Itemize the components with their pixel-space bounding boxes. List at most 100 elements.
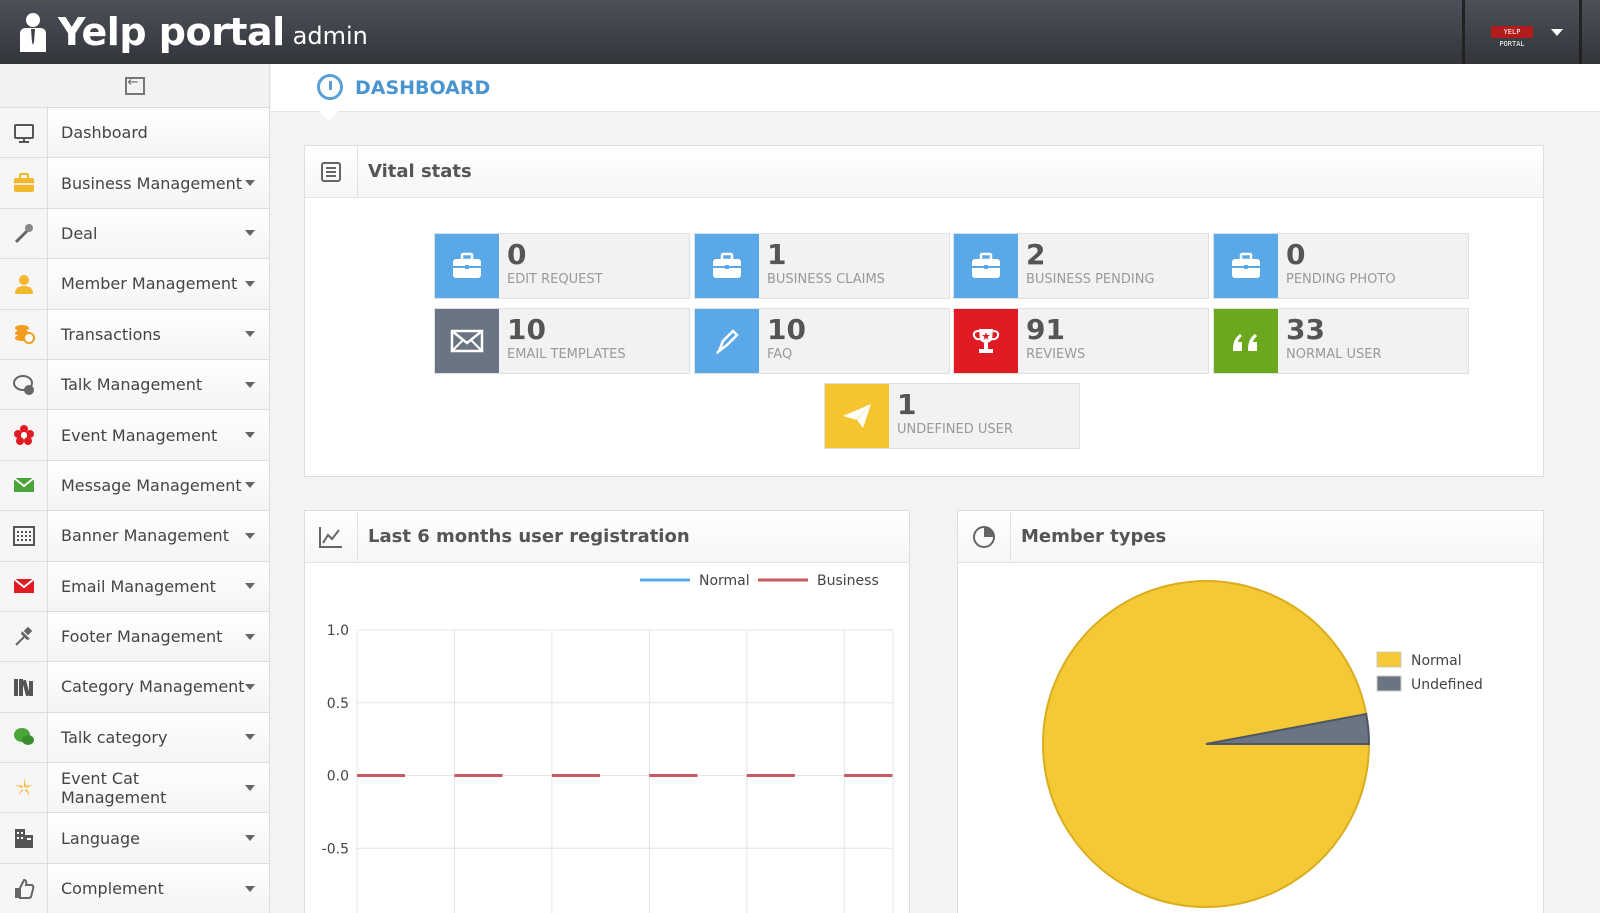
sidebar-item-label: Member Management (61, 274, 238, 294)
chevron-down-icon[interactable] (245, 230, 255, 237)
stat-label: PENDING PHOTO (1286, 272, 1396, 287)
stat-value: 10 (507, 313, 546, 346)
chevron-down-icon[interactable] (245, 381, 255, 388)
sidebar-item-language[interactable]: Language (0, 813, 269, 864)
chevron-down-icon[interactable] (245, 633, 255, 640)
pin-icon (0, 611, 48, 662)
stat-value: 10 (767, 313, 806, 346)
stat-value: 2 (1026, 238, 1046, 271)
legend-label: Normal (1411, 653, 1462, 669)
chevron-down-icon[interactable] (245, 482, 255, 489)
chevron-down-icon[interactable] (245, 532, 255, 539)
legend-label: Normal (699, 573, 750, 589)
stat-tile-body: 0 EDIT REQUEST (499, 234, 603, 298)
sidebar-item-talk-management[interactable]: Talk Management (0, 359, 269, 411)
chevron-down-icon[interactable] (245, 583, 255, 590)
sidebar-item-email-management[interactable]: Email Management (0, 561, 269, 612)
sidebar-item-dashboard[interactable]: Dashboard (0, 108, 269, 159)
paper-plane-icon (825, 384, 889, 448)
thumbs-up-icon (0, 863, 48, 913)
stat-tile-body: 10 FAQ (759, 309, 806, 373)
sidebar-item-message-management[interactable]: Message Management (0, 460, 269, 512)
chevron-down-icon[interactable] (245, 180, 255, 187)
chevron-down-icon[interactable] (245, 835, 255, 842)
sidebar-item-member-management[interactable]: Member Management (0, 259, 269, 310)
monitor-icon (0, 108, 48, 158)
sidebar-item-transactions[interactable]: Transactions (0, 309, 269, 360)
line-chart-icon (305, 511, 358, 562)
vital-stats-header: Vital stats (305, 146, 1543, 198)
sidebar-item-complement[interactable]: Complement (0, 863, 269, 913)
y-tick-label: 1.0 (327, 623, 349, 639)
legend-label: Business (817, 573, 879, 589)
registration-chart-header: Last 6 months user registration (305, 511, 909, 563)
sidebar-item-event-management[interactable]: Event Management (0, 410, 269, 461)
chevron-down-icon[interactable] (245, 885, 255, 892)
breadcrumb: DASHBOARD (271, 64, 1600, 121)
sidebar-item-business-management[interactable]: Business Management (0, 158, 269, 209)
stat-tile-business-claims[interactable]: 1 BUSINESS CLAIMS (694, 233, 950, 299)
collapse-arrow-icon[interactable] (124, 75, 145, 95)
stat-tile-faq[interactable]: 10 FAQ (694, 308, 950, 374)
stat-label: EDIT REQUEST (507, 272, 603, 287)
stat-tile-email-templates[interactable]: 10 EMAIL TEMPLATES (434, 308, 690, 374)
stat-label: FAQ (767, 347, 793, 362)
sidebar-item-label: Banner Management (61, 526, 229, 546)
sidebar-nav: Dashboard Business Management Deal Member M… (0, 108, 269, 913)
stat-tile-normal-user[interactable]: 33 NORMAL USER (1213, 308, 1469, 374)
legend-label: Undefined (1411, 677, 1483, 693)
stat-label: NORMAL USER (1286, 347, 1382, 362)
sidebar-item-event-cat-management[interactable]: Event Cat Management (0, 763, 269, 814)
coins-icon (0, 309, 48, 359)
legend-swatch (1376, 675, 1402, 692)
chevron-down-icon[interactable] (1551, 28, 1563, 36)
member-types-panel: Member types Normal Undefined (957, 510, 1544, 913)
sidebar-item-label: Business Management (61, 173, 243, 193)
stat-tile-body: 10 EMAIL TEMPLATES (499, 309, 626, 373)
briefcase-icon (0, 158, 48, 208)
stat-tile-reviews[interactable]: 91 REVIEWS (953, 308, 1209, 374)
top-bar: Yelp portal admin YELP PORTAL (0, 0, 1600, 64)
building-icon (0, 813, 48, 863)
chevron-down-icon[interactable] (245, 734, 255, 741)
chevron-down-icon[interactable] (245, 280, 255, 287)
sidebar-item-deal[interactable]: Deal (0, 208, 269, 260)
dashboard-gauge-icon (317, 74, 343, 100)
sidebar-item-banner-management[interactable]: Banner Management (0, 511, 269, 562)
sidebar-item-talk-category[interactable]: Talk category (0, 712, 269, 764)
stat-value: 0 (507, 238, 527, 271)
stat-value: 0 (1286, 238, 1306, 271)
envelope-icon (435, 309, 499, 373)
stat-tile-edit-request[interactable]: 0 EDIT REQUEST (434, 233, 690, 299)
sidebar: Dashboard Business Management Deal Member M… (0, 64, 270, 913)
registration-line-chart: 1.00.50.0-0.5-1.0012345NormalBusiness (322, 573, 894, 913)
stat-tile-business-pending[interactable]: 2 BUSINESS PENDING (953, 233, 1209, 299)
stat-tile-pending-photo[interactable]: 0 PENDING PHOTO (1213, 233, 1469, 299)
stat-tile-undefined-user[interactable]: 1 UNDEFINED USER (824, 383, 1080, 449)
briefcase-icon (954, 234, 1018, 298)
chevron-down-icon[interactable] (245, 784, 255, 791)
sidebar-item-label: Event Management (61, 425, 218, 445)
briefcase-icon (435, 234, 499, 298)
sidebar-collapse-toggle[interactable] (0, 64, 269, 108)
chevron-down-icon[interactable] (245, 683, 255, 690)
sidebar-item-category-management[interactable]: Category Management (0, 662, 269, 713)
brand[interactable]: Yelp portal admin (18, 12, 368, 52)
document-stack-icon (305, 146, 358, 197)
chevron-down-icon[interactable] (245, 432, 255, 439)
registration-chart-title: Last 6 months user registration (368, 526, 690, 547)
user-menu[interactable]: YELP PORTAL (1462, 0, 1582, 64)
pen-icon (695, 309, 759, 373)
sidebar-item-label: Complement (61, 879, 164, 899)
stat-value: 1 (767, 238, 787, 271)
banner-icon (0, 511, 48, 561)
chevron-down-icon[interactable] (245, 331, 255, 338)
page-title: DASHBOARD (355, 77, 491, 99)
main-content: DASHBOARD Vital stats 0 EDIT REQUEST 1 BUSI… (271, 64, 1600, 913)
briefcase-icon (695, 234, 759, 298)
flower-icon (0, 410, 48, 460)
sidebar-item-label: Talk Management (61, 375, 203, 395)
sidebar-item-footer-management[interactable]: Footer Management (0, 611, 269, 663)
stat-label: BUSINESS PENDING (1026, 272, 1155, 287)
sidebar-item-label: Footer Management (61, 627, 223, 647)
